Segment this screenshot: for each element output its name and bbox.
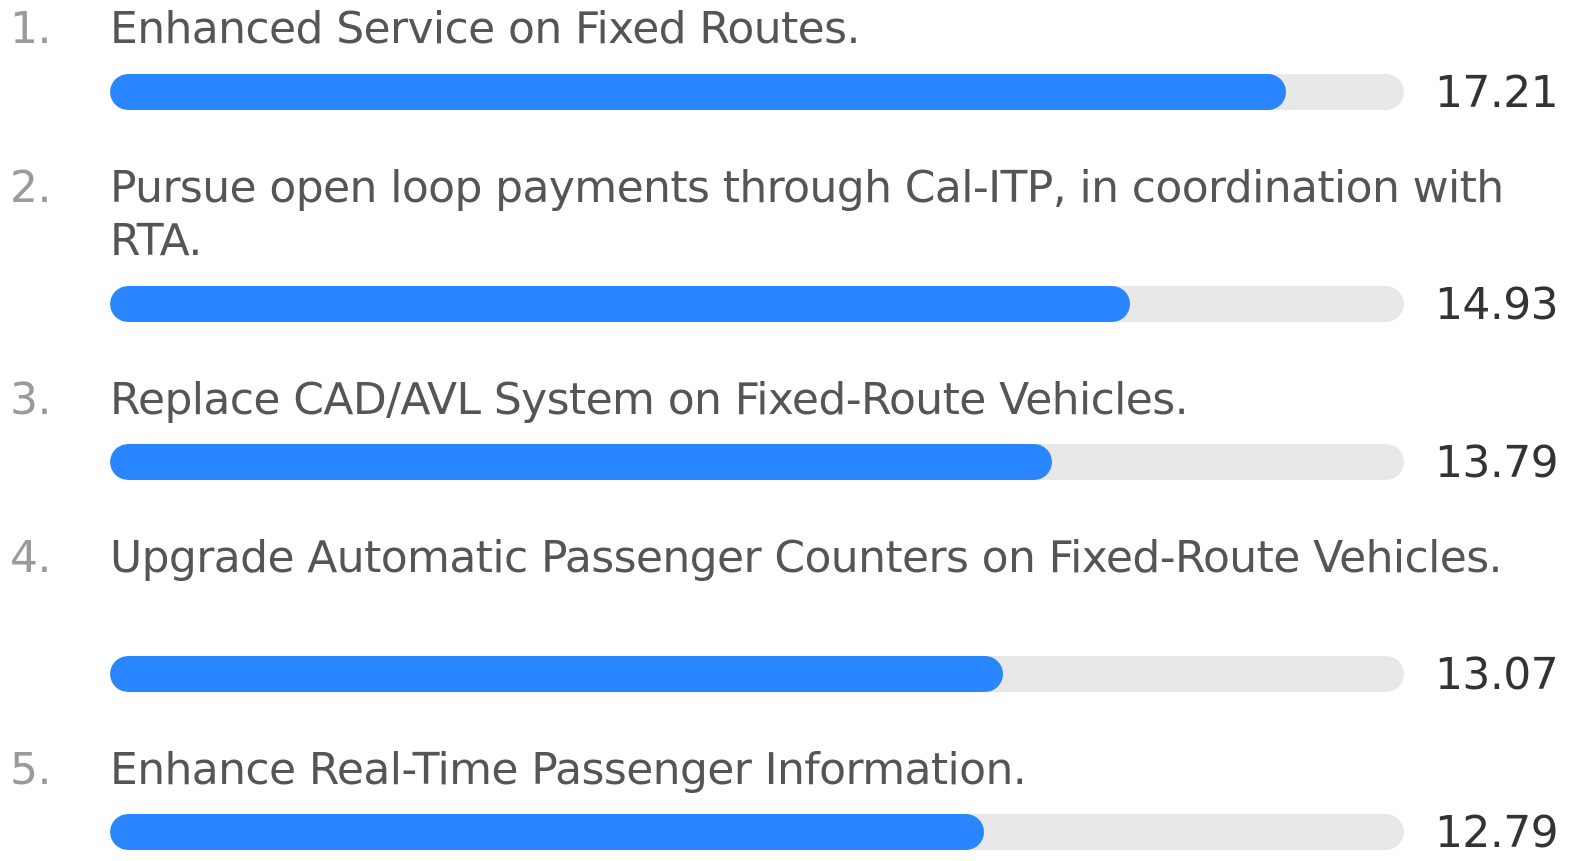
item-rank: 1.: [10, 3, 51, 54]
item-rank: 3.: [10, 374, 51, 425]
bar-fill: [110, 74, 1286, 110]
bar-value-label: 13.79: [1435, 437, 1559, 488]
ranked-bar-list: 1. Enhanced Service on Fixed Routes. 17.…: [0, 0, 1584, 861]
bar-track: [110, 286, 1404, 322]
item-label: Enhanced Service on Fixed Routes.: [110, 3, 860, 54]
item-label: Enhance Real-Time Passenger Information.: [110, 744, 1027, 795]
item-label: Replace CAD/AVL System on Fixed-Route Ve…: [110, 374, 1189, 425]
bar-track: [110, 444, 1404, 480]
bar-value-label: 17.21: [1435, 67, 1559, 118]
bar-fill: [110, 656, 1003, 692]
bar-fill: [110, 286, 1131, 322]
bar-value-label: 12.79: [1435, 807, 1559, 858]
item-label: Upgrade Automatic Passenger Counters on …: [110, 532, 1503, 583]
bar-value-label: 14.93: [1435, 279, 1559, 330]
item-rank: 4.: [10, 532, 51, 583]
item-label: Pursue open loop payments through Cal-IT…: [110, 162, 1504, 266]
bar-value-label: 13.07: [1435, 649, 1559, 700]
bar-track: [110, 814, 1404, 850]
bar-track: [110, 74, 1404, 110]
bar-fill: [110, 444, 1053, 480]
bar-track: [110, 656, 1404, 692]
item-rank: 2.: [10, 162, 51, 213]
item-rank: 5.: [10, 744, 51, 795]
bar-fill: [110, 814, 984, 850]
